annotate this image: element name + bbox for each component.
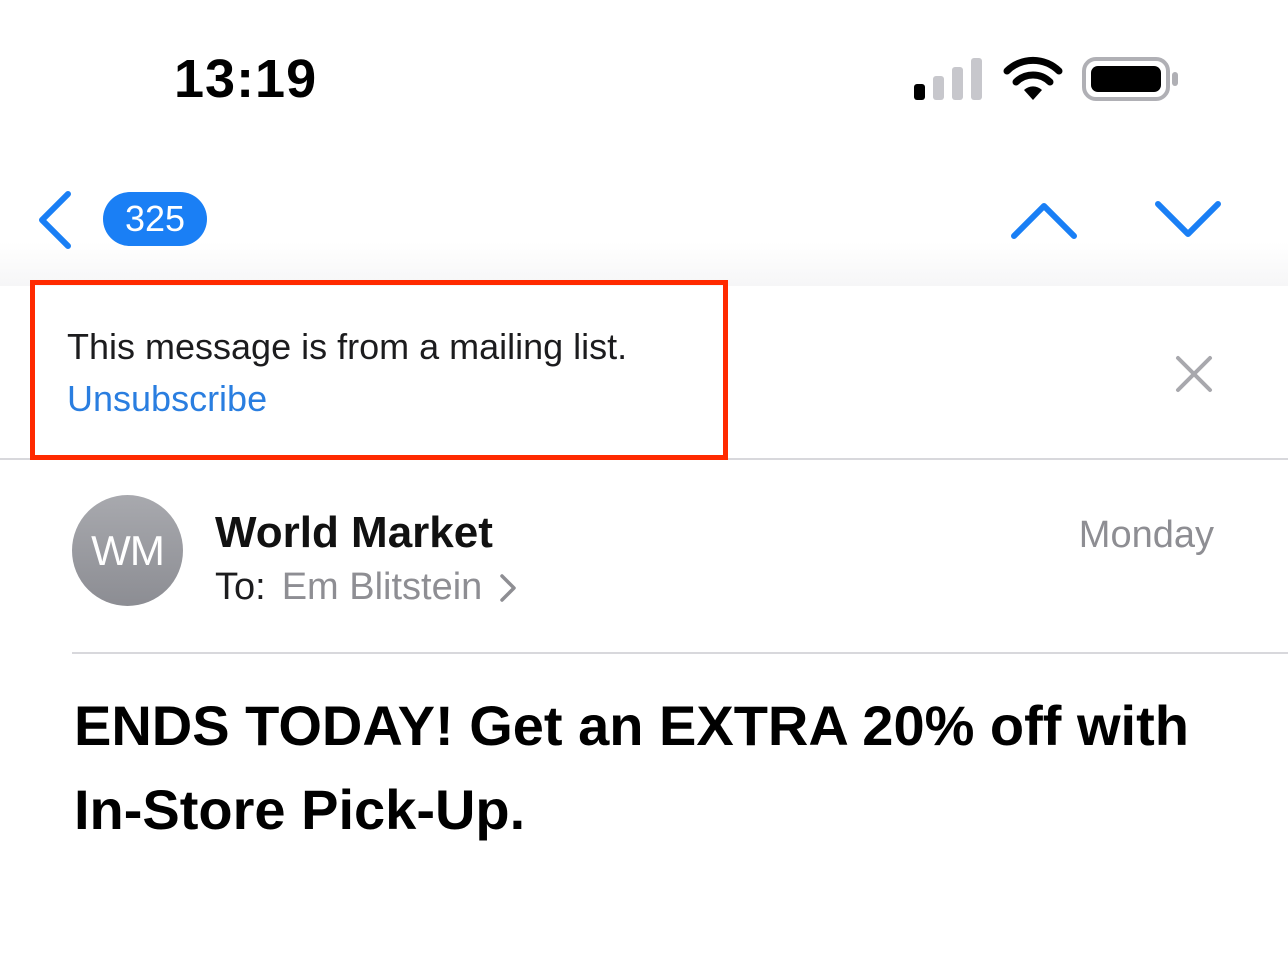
divider [72, 652, 1288, 654]
battery-icon [1082, 57, 1178, 101]
recipient-name: Em Blitstein [281, 566, 483, 608]
unsubscribe-link[interactable]: Unsubscribe [67, 378, 267, 420]
avatar[interactable]: WM [72, 495, 183, 606]
message-header: WM World Market To: Em Blitstein Monday [0, 460, 1288, 654]
unread-count-badge[interactable]: 325 [103, 192, 207, 246]
mail-message-screen: 13:19 325 This message is from a mailing… [0, 0, 1288, 958]
mailing-list-banner: This message is from a mailing list. Uns… [0, 280, 1288, 460]
chevron-up-icon[interactable] [1008, 196, 1080, 244]
close-icon[interactable] [1170, 350, 1218, 398]
message-subject: ENDS TODAY! Get an EXTRA 20% off with In… [74, 694, 1189, 841]
chevron-left-icon[interactable] [30, 188, 82, 252]
chevron-right-icon [500, 573, 517, 602]
status-time: 13:19 [174, 49, 318, 109]
message-nav-bar: 325 [0, 160, 1288, 286]
wifi-icon [1003, 56, 1063, 100]
chevron-down-icon[interactable] [1152, 196, 1224, 244]
status-bar: 13:19 [0, 0, 1288, 160]
recipient-line[interactable]: To: Em Blitstein [215, 566, 518, 609]
to-label: To: [215, 566, 266, 608]
highlight-annotation-box [30, 280, 728, 460]
mailing-list-notice: This message is from a mailing list. [67, 326, 628, 367]
sender-name[interactable]: World Market [215, 508, 493, 558]
message-date: Monday [1078, 514, 1214, 556]
cellular-signal-icon [914, 58, 982, 100]
